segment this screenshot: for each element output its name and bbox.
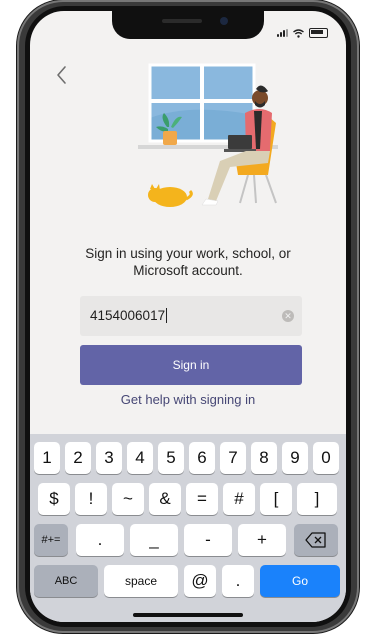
phone-frame: Sign in using your work, school, or Micr… (17, 0, 359, 633)
key-abc[interactable]: ABC (34, 565, 98, 597)
status-bar-icons (277, 28, 328, 38)
key-underscore[interactable]: _ (130, 524, 178, 556)
key-equals[interactable]: = (186, 483, 218, 515)
key-hash[interactable]: # (223, 483, 255, 515)
key-period[interactable]: . (76, 524, 124, 556)
key-2[interactable]: 2 (65, 442, 91, 474)
clear-circle-icon[interactable]: ✕ (282, 310, 294, 322)
account-input-field[interactable]: 4154006017 ✕ (80, 296, 302, 336)
battery-icon (309, 28, 328, 38)
key-at[interactable]: @ (184, 565, 216, 597)
sign-in-button[interactable]: Sign in (80, 345, 302, 385)
onscreen-keyboard: 1 2 3 4 5 6 7 8 9 0 $ ! ~ & = # [ ] #+= … (30, 434, 346, 622)
key-0[interactable]: 0 (313, 442, 339, 474)
key-3[interactable]: 3 (96, 442, 122, 474)
phone-screen: Sign in using your work, school, or Micr… (30, 11, 346, 622)
key-tilde[interactable]: ~ (112, 483, 144, 515)
home-indicator (133, 613, 243, 617)
key-left-bracket[interactable]: [ (260, 483, 292, 515)
key-5[interactable]: 5 (158, 442, 184, 474)
wifi-icon (293, 28, 304, 38)
key-4[interactable]: 4 (127, 442, 153, 474)
text-caret (166, 308, 168, 323)
chevron-left-icon (57, 66, 66, 84)
front-camera (220, 17, 228, 25)
person-with-laptop-illustration (138, 63, 278, 207)
sign-in-prompt: Sign in using your work, school, or Micr… (60, 245, 316, 279)
backspace-icon (305, 532, 326, 548)
key-6[interactable]: 6 (189, 442, 215, 474)
key-exclamation[interactable]: ! (75, 483, 107, 515)
key-delete[interactable] (294, 524, 338, 556)
key-9[interactable]: 9 (282, 442, 308, 474)
back-button[interactable] (50, 63, 74, 87)
key-ampersand[interactable]: & (149, 483, 181, 515)
get-help-link[interactable]: Get help with signing in (60, 392, 316, 407)
cellular-signal-icon (277, 29, 288, 37)
key-8[interactable]: 8 (251, 442, 277, 474)
key-hyphen[interactable]: - (184, 524, 232, 556)
key-dot[interactable]: . (222, 565, 254, 597)
key-1[interactable]: 1 (34, 442, 60, 474)
key-go[interactable]: Go (260, 565, 340, 597)
key-plus[interactable]: + (238, 524, 286, 556)
sign-in-prompt-line2: Microsoft account. (133, 263, 243, 278)
key-dollar[interactable]: $ (38, 483, 70, 515)
key-space[interactable]: space (104, 565, 178, 597)
notch (112, 11, 264, 39)
key-right-bracket[interactable]: ] (297, 483, 337, 515)
speaker-grille (162, 19, 202, 23)
sign-in-prompt-line1: Sign in using your work, school, or (85, 246, 291, 261)
key-symbols-toggle[interactable]: #+= (34, 524, 68, 556)
key-7[interactable]: 7 (220, 442, 246, 474)
account-input-value: 4154006017 (90, 308, 168, 323)
